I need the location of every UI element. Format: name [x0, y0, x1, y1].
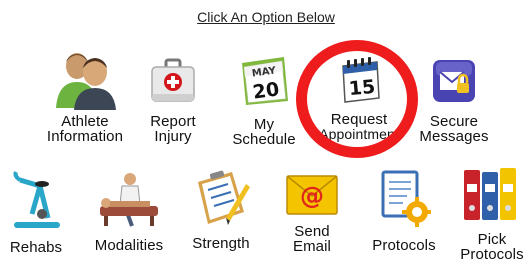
email-envelope-icon: @ [286, 175, 338, 215]
athlete-information-label-2: Information [46, 128, 124, 145]
modalities-button[interactable]: Modalities [88, 170, 170, 253]
protocol-document-icon [381, 170, 431, 227]
exercise-bike-icon [13, 171, 60, 228]
request-appointment-label-1: Request [330, 111, 388, 128]
pick-protocols-button[interactable]: Pick Protocols [456, 164, 528, 262]
desk-calendar-icon: 15 [342, 57, 380, 103]
athlete-information-button[interactable]: Athlete Information [40, 44, 130, 144]
first-aid-kit-icon [151, 58, 195, 102]
calendar-icon: MAY 20 [242, 57, 288, 105]
protocols-button[interactable]: Protocols [362, 168, 446, 253]
my-schedule-label-2: Schedule [232, 131, 296, 148]
pick-protocols-label-2: Protocols [460, 246, 524, 263]
svg-text:@: @ [300, 182, 324, 210]
secure-messages-button[interactable]: Secure Messages [414, 58, 494, 144]
athletes-icon [56, 53, 116, 110]
request-appointment-button[interactable]: 15 Request Appointment [316, 56, 402, 142]
secure-envelope-icon [433, 60, 475, 102]
send-email-label-1: Send [294, 223, 330, 240]
send-email-button[interactable]: @ Send Email [280, 170, 344, 254]
pick-protocols-label-1: Pick [477, 231, 507, 248]
modalities-label: Modalities [94, 237, 164, 254]
strength-button[interactable]: Strength [184, 168, 258, 251]
send-email-label-2: Email [292, 238, 331, 255]
report-injury-label-1: Report [150, 113, 196, 130]
massage-therapy-icon [100, 173, 158, 227]
rehabs-label: Rehabs [9, 239, 63, 256]
report-injury-label-2: Injury [154, 128, 192, 145]
request-appointment-label-2: Appointment [319, 126, 399, 142]
secure-messages-label-1: Secure [429, 113, 479, 130]
athlete-information-label-1: Athlete [61, 113, 109, 130]
page-title: Click An Option Below [197, 9, 335, 25]
secure-messages-label-2: Messages [419, 128, 489, 145]
rehabs-button[interactable]: Rehabs [4, 170, 68, 255]
report-injury-button[interactable]: Report Injury [138, 58, 208, 144]
protocols-label: Protocols [372, 237, 436, 254]
my-schedule-label-1: My [253, 116, 275, 133]
binders-icon [464, 168, 516, 220]
clipboard-checklist-icon [198, 170, 250, 225]
calendar-day: 20 [251, 78, 280, 103]
strength-label: Strength [192, 235, 250, 252]
my-schedule-button[interactable]: MAY 20 My Schedule [224, 53, 304, 147]
appointment-day: 15 [348, 76, 376, 100]
